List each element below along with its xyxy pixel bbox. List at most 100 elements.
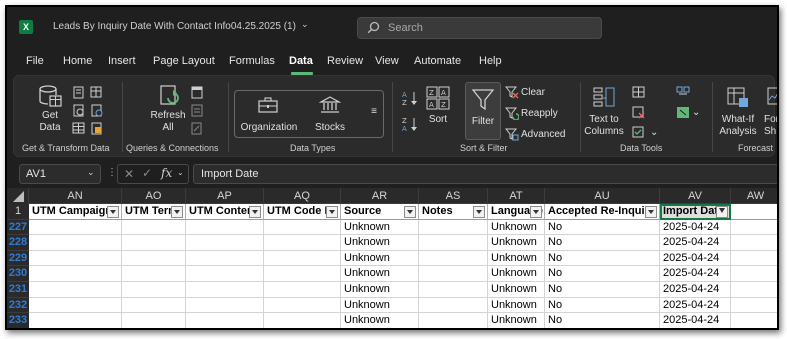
column-header-an[interactable]: AN xyxy=(29,188,122,204)
tab-file[interactable]: File xyxy=(26,55,44,67)
relationships-icon[interactable] xyxy=(676,106,690,119)
row-header-1[interactable]: 1 xyxy=(7,204,29,220)
from-text-icon[interactable] xyxy=(72,86,86,99)
cell-aw233[interactable] xyxy=(731,313,777,328)
clear-button[interactable]: Clear xyxy=(521,87,545,99)
cell-au227[interactable]: No xyxy=(545,219,660,236)
enter-icon[interactable]: ✓ xyxy=(142,166,152,180)
cell-au231[interactable]: No xyxy=(545,282,660,298)
cell-aq230[interactable] xyxy=(264,266,341,282)
cell-at233[interactable]: Unknown xyxy=(488,313,545,328)
filter-applied-dropdown-icon[interactable] xyxy=(716,206,728,218)
row-header-227[interactable]: 227 xyxy=(7,219,29,236)
filter-dropdown-icon[interactable] xyxy=(473,206,485,218)
data-types-more-icon[interactable]: ≡ xyxy=(368,106,380,118)
cell-av232[interactable]: 2025-04-24 xyxy=(660,297,731,314)
column-header-ap[interactable]: AP xyxy=(186,188,264,204)
cell-ar229[interactable]: Unknown xyxy=(341,250,419,267)
column-header-at[interactable]: AT xyxy=(488,188,545,204)
worksheet-grid[interactable]: AN AO AP AQ AR AS AT AU AV AW 1 227 228 229 230 231 232… xyxy=(7,188,777,328)
cell-ar230[interactable]: Unknown xyxy=(341,266,419,282)
tab-view[interactable]: View xyxy=(375,55,399,67)
tab-page-layout[interactable]: Page Layout xyxy=(153,55,215,67)
row-header-230[interactable]: 230 xyxy=(7,266,29,282)
insert-function-icon[interactable]: fx xyxy=(161,166,172,180)
cell-av230[interactable]: 2025-04-24 xyxy=(660,266,731,282)
cell-av229[interactable]: 2025-04-24 xyxy=(660,250,731,267)
cell-aw228[interactable] xyxy=(731,235,777,251)
cell-an231[interactable] xyxy=(29,282,122,298)
column-header-av[interactable]: AV xyxy=(660,188,731,204)
cell-av231[interactable]: 2025-04-24 xyxy=(660,282,731,298)
reapply-icon[interactable] xyxy=(505,107,519,120)
cell-ap229[interactable] xyxy=(186,250,264,267)
cell-aq227[interactable] xyxy=(264,219,341,236)
cell-au232[interactable]: No xyxy=(545,297,660,314)
cell-ap228[interactable] xyxy=(186,235,264,251)
cell-au229[interactable]: No xyxy=(545,250,660,267)
cell-at229[interactable]: Unknown xyxy=(488,250,545,267)
advanced-filter-icon[interactable] xyxy=(505,128,519,141)
cell-as229[interactable] xyxy=(419,250,488,267)
document-title[interactable]: Leads By Inquiry Date With Contact Info0… xyxy=(53,21,296,32)
row-header-229[interactable]: 229 xyxy=(7,250,29,267)
cell-au230[interactable]: No xyxy=(545,266,660,282)
column-header-aw[interactable]: AW xyxy=(731,188,777,204)
organization-data-type-button[interactable]: Organization xyxy=(238,122,300,134)
column-header-ar[interactable]: AR xyxy=(341,188,419,204)
sort-z-to-a-icon[interactable]: ZA xyxy=(402,116,418,132)
queries-connections-icon[interactable] xyxy=(190,86,204,99)
name-box-chevron-down-icon[interactable]: ⌄ xyxy=(87,167,95,178)
sort-a-to-z-icon[interactable]: AZ xyxy=(402,90,418,106)
cancel-icon[interactable]: ✕ xyxy=(124,167,134,181)
column-header-as[interactable]: AS xyxy=(419,188,488,204)
existing-connections-icon[interactable] xyxy=(90,104,104,117)
cell-as233[interactable] xyxy=(419,313,488,328)
select-all-button[interactable] xyxy=(7,188,29,204)
cell-as228[interactable] xyxy=(419,235,488,251)
cell-an228[interactable] xyxy=(29,235,122,251)
cell-at230[interactable]: Unknown xyxy=(488,266,545,282)
tab-insert[interactable]: Insert xyxy=(108,55,136,67)
filter-dropdown-icon[interactable] xyxy=(171,206,183,218)
column-header-ao[interactable]: AO xyxy=(122,188,186,204)
refresh-all-button[interactable]: Refresh All xyxy=(148,110,188,134)
cell-aw232[interactable] xyxy=(731,297,777,314)
cell-at231[interactable]: Unknown xyxy=(488,282,545,298)
cell-aq233[interactable] xyxy=(264,313,341,328)
cell-ar228[interactable]: Unknown xyxy=(341,235,419,251)
cell-ar232[interactable]: Unknown xyxy=(341,297,419,314)
cell-aw227[interactable] xyxy=(731,219,777,236)
tab-data[interactable]: Data xyxy=(289,55,313,67)
filter-dropdown-icon[interactable] xyxy=(326,206,338,218)
filter-dropdown-icon[interactable] xyxy=(404,206,416,218)
recent-sources-icon[interactable] xyxy=(90,86,104,99)
column-header-au[interactable]: AU xyxy=(545,188,660,204)
from-web-icon[interactable] xyxy=(72,104,86,117)
cell-ao228[interactable] xyxy=(122,235,186,251)
cell-an233[interactable] xyxy=(29,313,122,328)
cell-aw231[interactable] xyxy=(731,282,777,298)
cell-as227[interactable] xyxy=(419,219,488,236)
cell-an229[interactable] xyxy=(29,250,122,267)
cell-av233[interactable]: 2025-04-24 xyxy=(660,313,731,328)
tab-home[interactable]: Home xyxy=(63,55,92,67)
clear-filter-icon[interactable] xyxy=(505,86,519,99)
cell-ao229[interactable] xyxy=(122,250,186,267)
cell-ao230[interactable] xyxy=(122,266,186,282)
header-cell-au[interactable]: Accepted Re-Inquiry xyxy=(545,204,660,220)
fx-chevron-down-icon[interactable]: ⌄ xyxy=(177,168,184,177)
properties-icon[interactable] xyxy=(190,104,204,117)
cell-aw229[interactable] xyxy=(731,250,777,267)
cell-aq229[interactable] xyxy=(264,250,341,267)
cell-at227[interactable]: Unknown xyxy=(488,219,545,236)
filter-dropdown-icon[interactable] xyxy=(645,206,657,218)
cell-as231[interactable] xyxy=(419,282,488,298)
tab-review[interactable]: Review xyxy=(327,55,363,67)
cell-ao233[interactable] xyxy=(122,313,186,328)
column-header-aq[interactable]: AQ xyxy=(264,188,341,204)
filter-dropdown-icon[interactable] xyxy=(107,206,119,218)
cell-ao227[interactable] xyxy=(122,219,186,236)
tab-automate[interactable]: Automate xyxy=(414,55,461,67)
title-chevron-down-icon[interactable]: ⌄ xyxy=(301,19,309,30)
